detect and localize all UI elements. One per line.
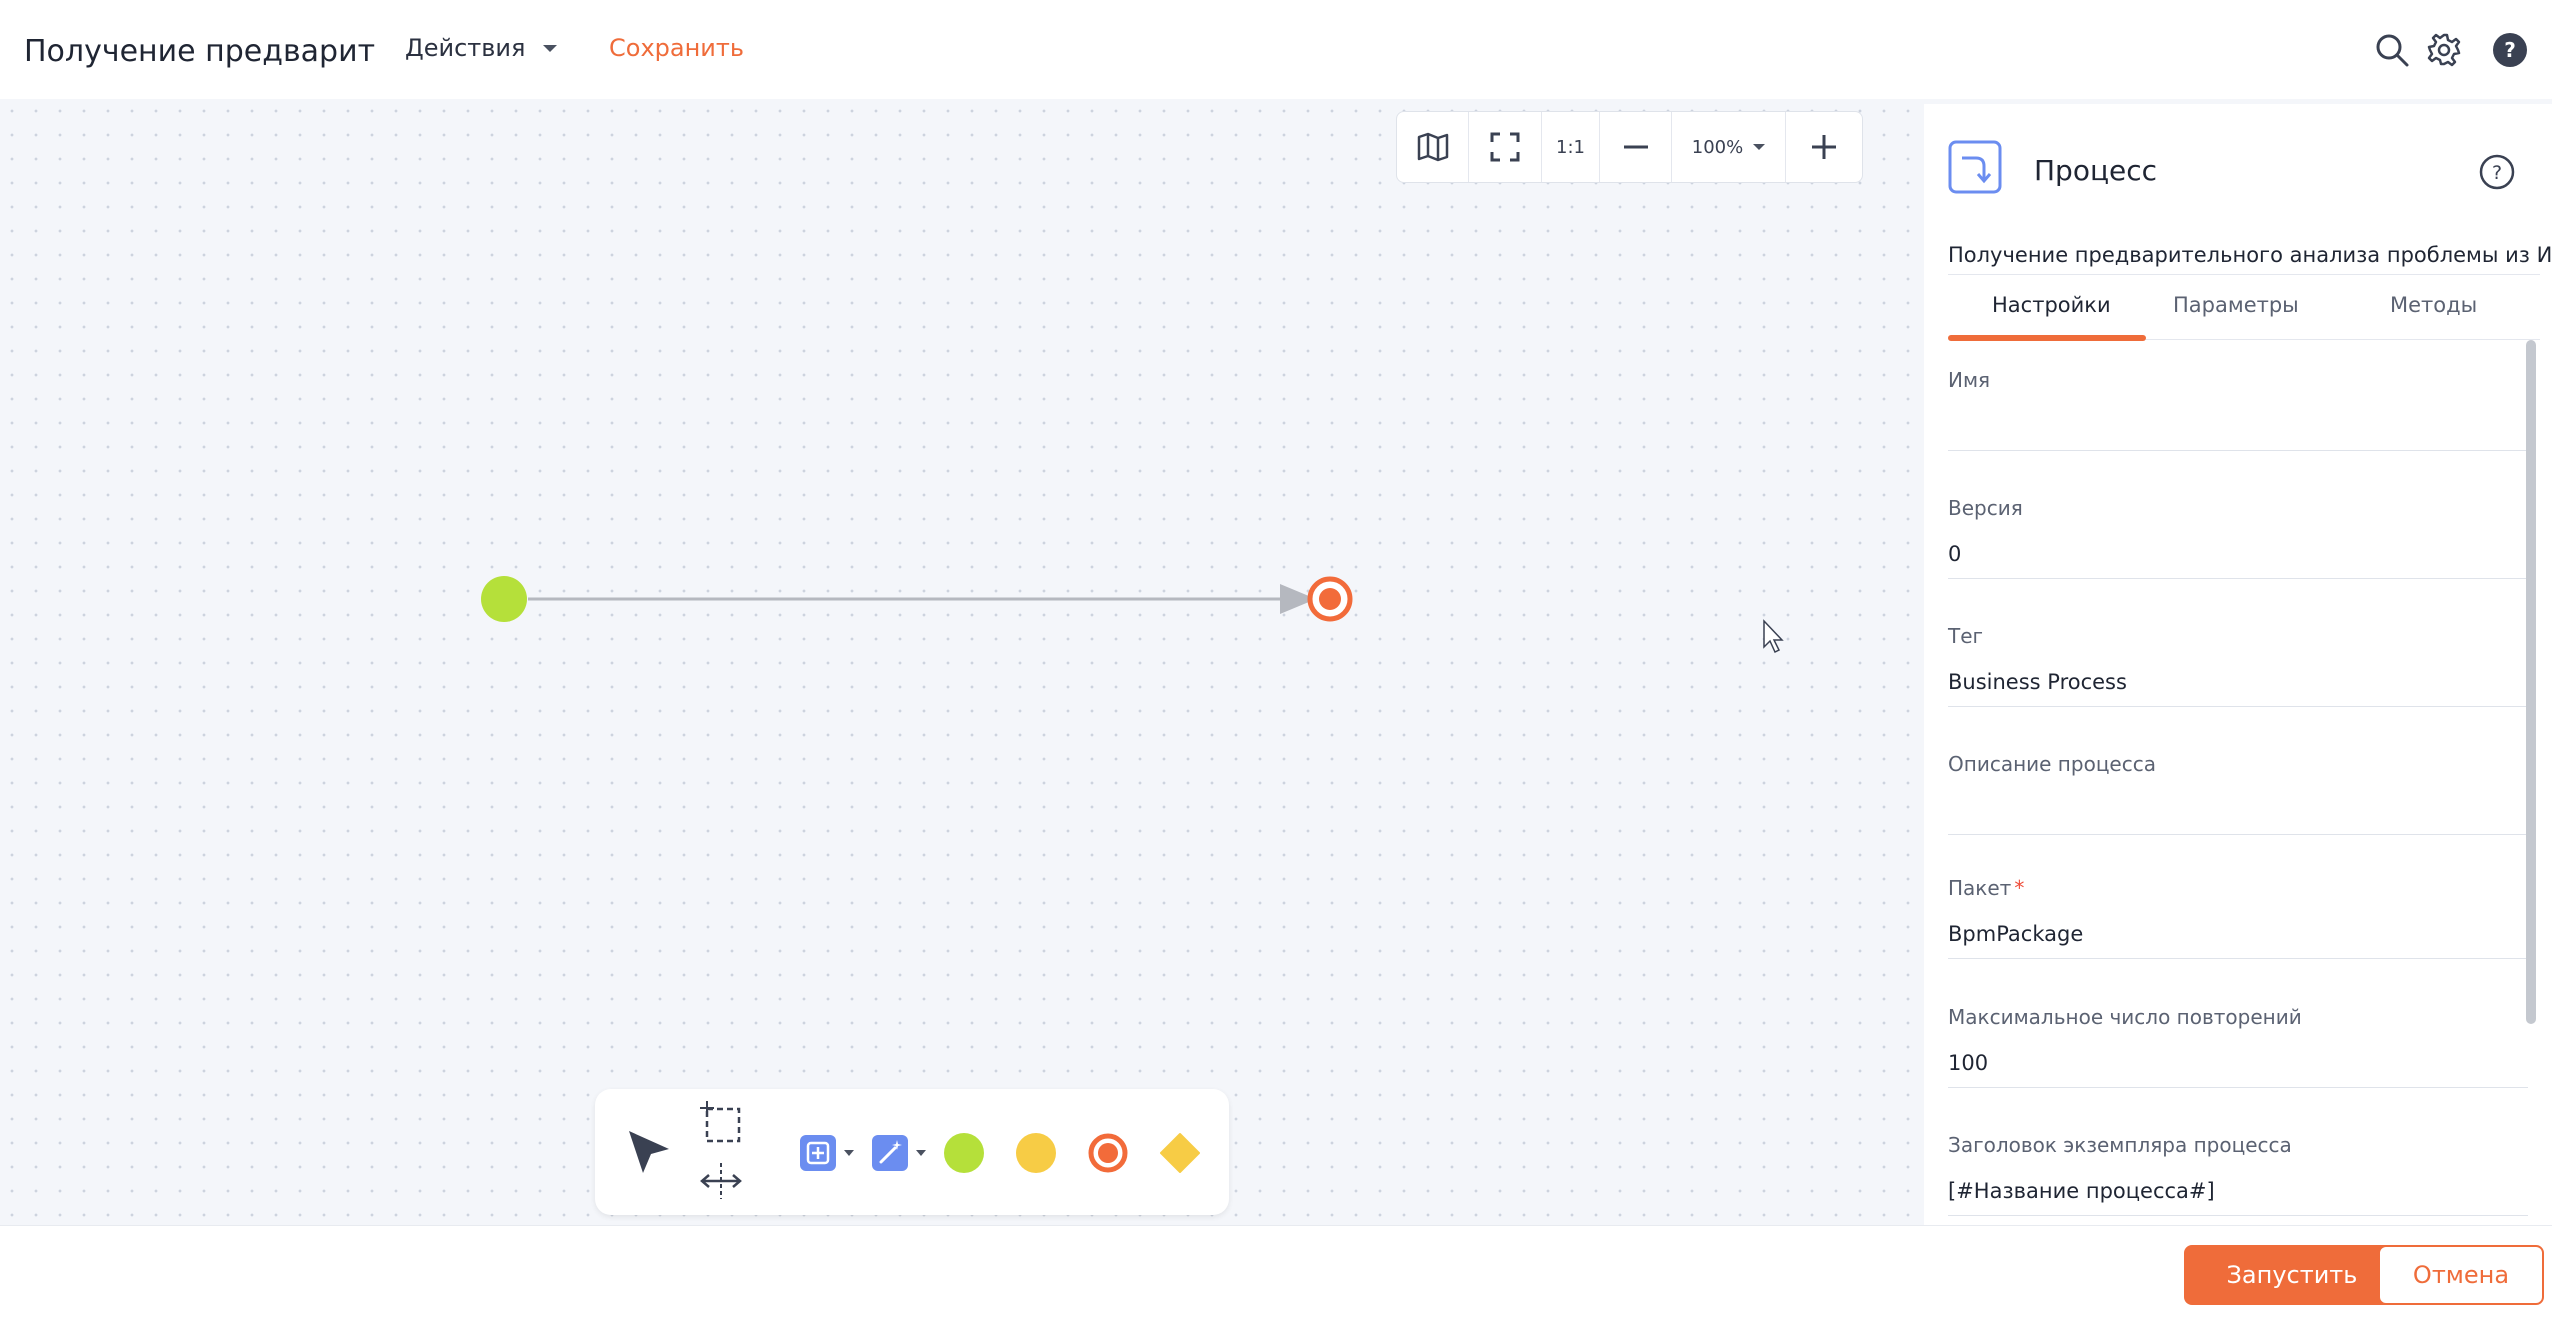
field-label: Имя <box>1948 368 1991 392</box>
field-package: Пакет * BpmPackage <box>1948 876 2528 959</box>
search-icon[interactable] <box>2374 32 2410 68</box>
field-label: Тег <box>1948 624 1984 648</box>
caret-down-icon <box>844 1150 854 1156</box>
panel-title: Процесс <box>2034 154 2158 187</box>
description-input[interactable] <box>1948 798 2528 826</box>
svg-text:?: ? <box>2504 38 2516 62</box>
process-icon <box>1948 140 2002 194</box>
actual-size-button[interactable]: 1:1 <box>1542 112 1600 182</box>
tab-settings[interactable]: Настройки <box>1992 293 2111 317</box>
field-version: Версия 0 <box>1948 496 2528 579</box>
footer-bar <box>0 1225 2552 1322</box>
properties-panel: Процесс ? Получение предварительного ана… <box>1924 104 2552 1225</box>
max-retries-input[interactable]: 100 <box>1948 1051 2528 1079</box>
lasso-icon[interactable] <box>699 1101 743 1145</box>
minimap-button[interactable] <box>1397 112 1469 182</box>
start-event[interactable] <box>481 576 527 622</box>
tab-parameters[interactable]: Параметры <box>2173 293 2299 317</box>
active-tab-indicator <box>1948 335 2146 341</box>
zoom-level-select[interactable]: 100% <box>1672 112 1786 182</box>
plus-icon <box>1812 135 1836 159</box>
field-label: Максимальное число повторений <box>1948 1005 2302 1029</box>
help-icon[interactable]: ? <box>2479 154 2515 190</box>
help-icon[interactable]: ? <box>2492 32 2528 68</box>
run-button[interactable]: Запустить <box>2184 1245 2400 1305</box>
field-label: Пакет * <box>1948 876 2528 900</box>
field-underline <box>1948 706 2528 707</box>
field-name: Имя <box>1948 368 2528 451</box>
field-instance-title: Заголовок экземпляра процесса [#Название… <box>1948 1133 2528 1216</box>
field-label: Версия <box>1948 496 2023 520</box>
task-icon <box>800 1135 836 1171</box>
caret-down-icon <box>916 1150 926 1156</box>
instance-title-input[interactable]: [#Название процесса#] <box>1948 1179 2528 1207</box>
zoom-level-value: 100% <box>1691 136 1744 158</box>
package-input[interactable]: BpmPackage <box>1948 922 2528 950</box>
end-event[interactable] <box>1307 576 1353 622</box>
magic-icon <box>872 1135 908 1171</box>
field-label-text: Пакет <box>1948 876 2012 900</box>
start-event-tool[interactable] <box>942 1131 986 1175</box>
intermediate-event-tool[interactable] <box>1014 1131 1058 1175</box>
field-label: Заголовок экземпляра процесса <box>1948 1133 2292 1157</box>
svg-text:?: ? <box>2492 162 2502 184</box>
element-palette <box>595 1089 1229 1215</box>
field-tag: Тег Business Process <box>1948 624 2528 707</box>
field-max-retries: Максимальное число повторений 100 <box>1948 1005 2528 1088</box>
field-underline <box>1948 1087 2528 1088</box>
zoom-toolbar: 1:1 100% <box>1396 111 1863 183</box>
name-input[interactable] <box>1948 414 2528 442</box>
panel-scrollbar[interactable] <box>2526 340 2536 1024</box>
minus-icon <box>1623 145 1648 149</box>
cancel-button[interactable]: Отмена <box>2378 1245 2544 1305</box>
panel-tabs: Настройки Параметры Методы <box>1948 274 2540 341</box>
zoom-in-button[interactable] <box>1786 112 1862 182</box>
field-underline <box>1948 1215 2528 1216</box>
map-icon <box>1417 132 1448 162</box>
cursor-icon[interactable] <box>625 1127 673 1179</box>
fit-screen-button[interactable] <box>1469 112 1542 182</box>
zoom-out-button[interactable] <box>1600 112 1672 182</box>
gear-icon[interactable] <box>2426 32 2462 68</box>
diagram-layer <box>481 576 1784 654</box>
end-event-tool[interactable] <box>1086 1131 1130 1175</box>
space-tool-icon[interactable] <box>699 1161 743 1201</box>
tag-input[interactable]: Business Process <box>1948 670 2528 698</box>
fullscreen-icon <box>1490 132 1520 162</box>
mouse-cursor-icon <box>1763 619 1784 654</box>
gateway-tool[interactable] <box>1158 1131 1202 1175</box>
task-tool[interactable] <box>799 1134 854 1172</box>
tab-methods[interactable]: Методы <box>2390 293 2477 317</box>
field-underline <box>1948 450 2528 451</box>
field-underline <box>1948 578 2528 579</box>
required-marker: * <box>2014 876 2025 900</box>
magic-tool[interactable] <box>871 1134 926 1172</box>
caret-down-icon <box>1753 144 1766 150</box>
field-description: Описание процесса <box>1948 752 2528 835</box>
version-input[interactable]: 0 <box>1948 542 2528 570</box>
field-label: Описание процесса <box>1948 752 2156 776</box>
field-underline <box>1948 958 2528 959</box>
process-description: Получение предварительного анализа пробл… <box>1948 243 2552 267</box>
field-underline <box>1948 834 2528 835</box>
